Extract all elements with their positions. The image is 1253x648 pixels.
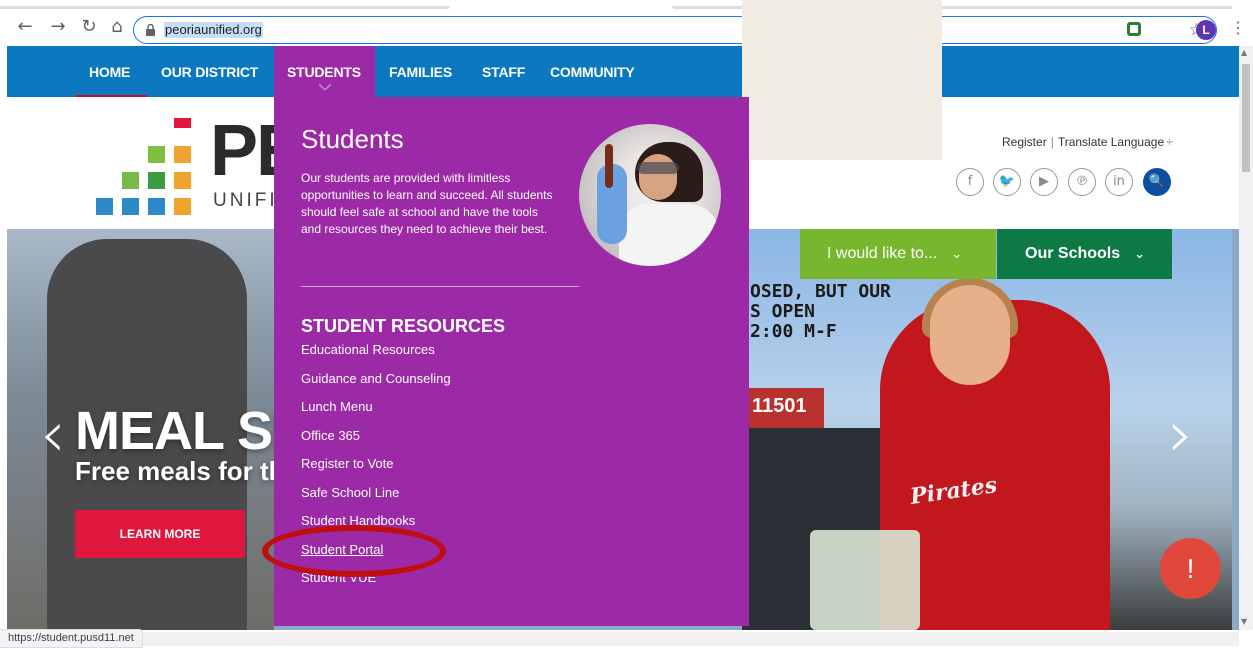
address-number: 11501 <box>752 395 807 417</box>
annotation-highlight-circle <box>262 525 446 577</box>
link-guidance-counseling[interactable]: Guidance and Counseling <box>301 371 451 386</box>
student-resources-heading: STUDENT RESOURCES <box>301 316 506 336</box>
youtube-icon[interactable]: ▶ <box>1030 168 1058 196</box>
marquee-text: OSED, BUT OUR S OPEN 2:00 M-F <box>750 281 891 342</box>
browser-menu-icon[interactable]: ⋮ <box>1230 18 1246 37</box>
menu-title: Students <box>301 124 404 154</box>
photo-goggles <box>637 162 679 174</box>
logo-block <box>148 172 165 189</box>
logo-block <box>148 198 165 215</box>
nav-community[interactable]: COMMUNITY <box>550 46 635 97</box>
forward-icon[interactable]: → <box>47 16 69 38</box>
facebook-icon[interactable]: f <box>956 168 984 196</box>
nav-our-district[interactable]: OUR DISTRICT <box>161 46 258 97</box>
logo-block <box>174 146 191 163</box>
menu-description: Our students are provided with limitless… <box>301 171 553 236</box>
nav-families[interactable]: FAMILIES <box>389 46 452 97</box>
logo-block <box>174 198 191 215</box>
search-icon[interactable]: 🔍 <box>1143 168 1171 196</box>
reload-icon[interactable]: ↻ <box>78 16 100 38</box>
logo-block <box>122 172 139 189</box>
link-status-bar: https://student.pusd11.net <box>0 629 143 648</box>
horizontal-scrollbar[interactable] <box>140 632 1239 646</box>
nav-staff[interactable]: STAFF <box>482 46 525 97</box>
tab-strip-left <box>0 6 450 9</box>
pinterest-icon[interactable]: ℗ <box>1068 168 1096 196</box>
slider-next-icon[interactable]: › <box>1168 398 1194 472</box>
link-educational-resources[interactable]: Educational Resources <box>301 342 435 357</box>
link-lunch-menu[interactable]: Lunch Menu <box>301 399 373 414</box>
link-register-to-vote[interactable]: Register to Vote <box>301 456 394 471</box>
woman-face <box>930 285 1010 385</box>
translate-toggle-icon[interactable]: ÷ <box>1166 135 1173 149</box>
logo-block <box>174 172 191 189</box>
photo-face <box>639 154 677 200</box>
twitter-icon[interactable]: 🐦 <box>993 168 1021 196</box>
would-like-label: I would like to... <box>827 245 938 262</box>
photo-coat <box>619 204 719 266</box>
logo-block <box>148 146 165 163</box>
nav-home[interactable]: HOME <box>89 46 130 97</box>
menu-divider <box>301 286 579 287</box>
back-icon[interactable]: ← <box>14 16 36 38</box>
scrollbar-thumb[interactable] <box>1242 64 1250 172</box>
alert-button[interactable]: ! <box>1160 538 1221 599</box>
extension-icon[interactable] <box>1127 22 1141 36</box>
utility-links: Register | Translate Language ÷ <box>1002 135 1173 149</box>
link-office-365[interactable]: Office 365 <box>301 428 360 443</box>
register-link[interactable]: Register <box>1002 135 1047 149</box>
student-photo <box>579 124 721 266</box>
logo-block <box>174 118 191 128</box>
hero-subtitle: Free meals for th <box>75 456 285 486</box>
linkedin-icon[interactable]: in <box>1105 168 1133 196</box>
logo-block <box>96 198 113 215</box>
produce-bag <box>810 530 920 630</box>
home-icon[interactable]: ⌂ <box>106 16 128 38</box>
chevron-down-icon: ⌄ <box>1134 247 1146 262</box>
chevron-down-icon: ⌄ <box>951 247 963 262</box>
our-schools-label: Our Schools <box>1025 245 1121 262</box>
profile-avatar[interactable]: L <box>1196 20 1216 40</box>
address-bar[interactable]: peoriaunified.org ☆ <box>133 16 1217 44</box>
scroll-up-icon[interactable]: ▲ <box>1241 48 1247 57</box>
link-safe-school-line[interactable]: Safe School Line <box>301 485 399 500</box>
photo-test-tube <box>605 144 613 188</box>
district-logo[interactable] <box>96 118 196 218</box>
site-top-nav: HOME OUR DISTRICT FAMILIES STAFF COMMUNI… <box>7 46 1239 100</box>
our-schools-dropdown[interactable]: Our Schools ⌄ <box>997 229 1172 279</box>
slider-prev-icon[interactable]: ‹ <box>40 398 66 472</box>
scroll-down-icon[interactable]: ▼ <box>1241 617 1247 626</box>
chevron-down-icon <box>319 84 331 90</box>
separator: | <box>1050 135 1054 149</box>
lock-icon <box>146 24 155 36</box>
school-marquee-sign <box>742 0 942 160</box>
url-text[interactable]: peoriaunified.org <box>164 22 263 38</box>
learn-more-button[interactable]: LEARN MORE <box>75 510 245 558</box>
would-like-to-dropdown[interactable]: I would like to... ⌄ <box>800 229 996 279</box>
logo-block <box>122 198 139 215</box>
translate-link[interactable]: Translate Language <box>1058 135 1164 149</box>
